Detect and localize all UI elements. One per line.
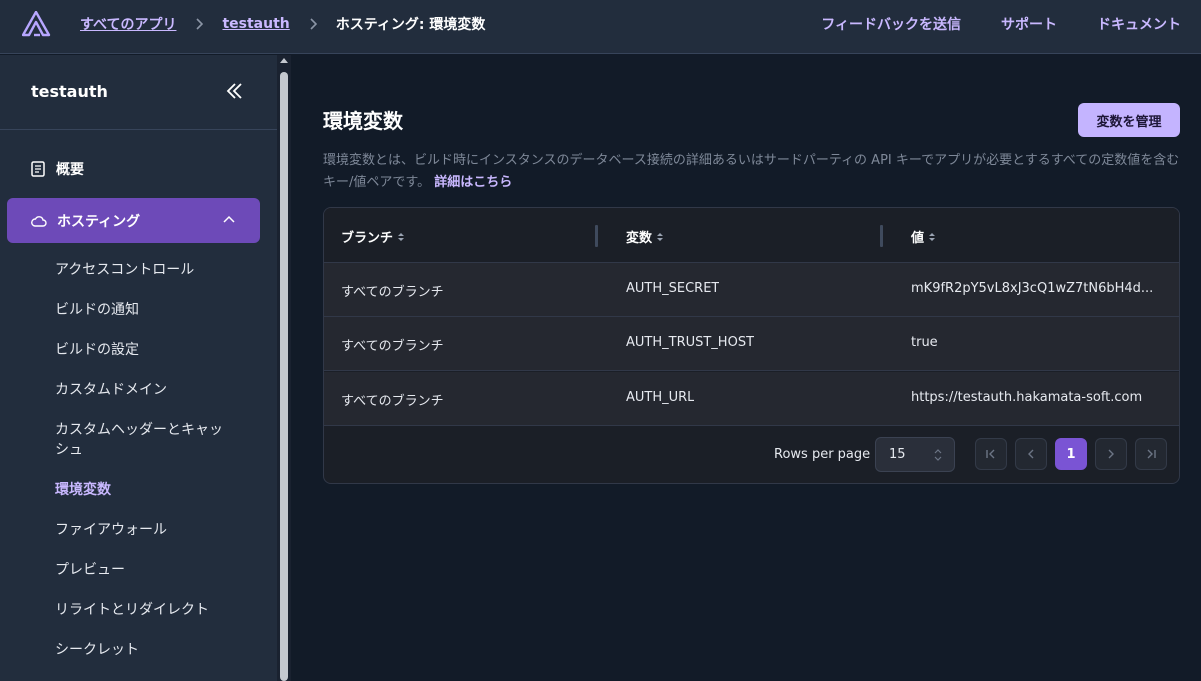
table-row[interactable]: すべてのブランチ AUTH_TRUST_HOST true	[324, 317, 1179, 371]
sort-icon	[929, 232, 936, 241]
breadcrumb-current: ホスティング: 環境変数	[335, 17, 486, 33]
chevron-right-icon	[176, 18, 222, 30]
rows-per-page-value: 15	[889, 447, 906, 462]
cell-value: true	[911, 335, 938, 350]
table-row[interactable]: すべてのブランチ AUTH_URL https://testauth.hakam…	[324, 372, 1179, 426]
sidebar-app-name: testauth	[31, 82, 108, 101]
manage-variables-button[interactable]: 変数を管理	[1078, 103, 1180, 137]
cloud-icon	[31, 215, 47, 227]
chevron-right-icon	[1108, 449, 1114, 459]
cell-value: mK9fR2pY5vL8xJ3cQ1wZ7tN6bH4d...	[911, 281, 1154, 296]
sidebar-subitem-build-settings[interactable]: ビルドの設定	[55, 340, 245, 360]
sidebar-subitem-firewall[interactable]: ファイアウォール	[55, 520, 245, 540]
rows-per-page-label: Rows per page	[774, 447, 871, 462]
table-row[interactable]: すべてのブランチ AUTH_SECRET mK9fR2pY5vL8xJ3cQ1w…	[324, 263, 1179, 317]
sort-icon	[657, 232, 664, 241]
table-header: ブランチ 変数 値	[324, 208, 1179, 263]
column-header-branch[interactable]: ブランチ	[341, 227, 405, 246]
sidebar-scrollbar-thumb[interactable]	[280, 72, 288, 681]
sidebar-subitem-custom-domains[interactable]: カスタムドメイン	[55, 380, 245, 400]
learn-more-link[interactable]: 詳細はこちら	[434, 175, 512, 190]
sidebar-subitem-rewrites-redirects[interactable]: リライトとリダイレクト	[55, 600, 245, 620]
breadcrumb-app[interactable]: testauth	[222, 16, 289, 32]
top-bar: すべてのアプリ testauth ホスティング: 環境変数 フィードバックを送信…	[0, 0, 1201, 54]
collapse-sidebar-icon[interactable]	[224, 80, 246, 102]
column-label: 値	[911, 231, 925, 246]
column-resize-handle[interactable]	[595, 225, 598, 247]
cell-variable: AUTH_URL	[626, 390, 695, 405]
first-page-button[interactable]	[975, 438, 1007, 470]
page-button-current[interactable]: 1	[1055, 438, 1087, 470]
document-icon	[31, 161, 45, 177]
cell-branch: すべてのブランチ	[341, 394, 444, 409]
column-header-variable[interactable]: 変数	[626, 227, 664, 246]
page-title: 環境変数	[323, 109, 403, 133]
last-page-button[interactable]	[1135, 438, 1167, 470]
breadcrumb: すべてのアプリ testauth ホスティング: 環境変数	[80, 0, 485, 48]
select-arrows-icon	[934, 449, 942, 461]
sidebar-subitem-environment-variables[interactable]: 環境変数	[55, 480, 245, 500]
column-label: ブランチ	[341, 231, 394, 246]
cell-variable: AUTH_TRUST_HOST	[626, 335, 755, 350]
chevron-up-icon	[223, 215, 235, 223]
column-resize-handle[interactable]	[880, 225, 883, 247]
last-page-icon	[1147, 449, 1156, 459]
table-pagination: Rows per page 15 1	[324, 427, 1179, 483]
cell-branch: すべてのブランチ	[341, 285, 444, 300]
cell-value: https://testauth.hakamata-soft.com	[911, 390, 1143, 405]
page-description: 環境変数とは、ビルド時にインスタンスのデータベース接続の詳細あるいはサードパーテ…	[323, 150, 1183, 194]
cell-variable: AUTH_SECRET	[626, 281, 720, 296]
docs-link[interactable]: ドキュメント	[1097, 14, 1181, 34]
sidebar-item-label: ホスティング	[57, 213, 141, 230]
logo-icon[interactable]	[22, 11, 52, 37]
chevron-right-icon	[290, 18, 336, 30]
support-link[interactable]: サポート	[1001, 14, 1057, 34]
header-links: フィードバックを送信 サポート ドキュメント	[781, 0, 1181, 48]
rows-per-page-select[interactable]: 15	[875, 437, 955, 472]
breadcrumb-all-apps[interactable]: すべてのアプリ	[80, 14, 176, 34]
sidebar-subitem-build-notifications[interactable]: ビルドの通知	[55, 300, 245, 320]
column-header-value[interactable]: 値	[911, 227, 936, 246]
variables-table: ブランチ 変数 値 すべてのブランチ AUTH_SECRET mK9fR2pY5…	[323, 207, 1180, 484]
previous-page-button[interactable]	[1015, 438, 1047, 470]
sidebar-item-label: 概要	[56, 162, 84, 178]
cell-branch: すべてのブランチ	[341, 339, 444, 354]
sort-icon	[398, 232, 405, 241]
feedback-link[interactable]: フィードバックを送信	[821, 14, 961, 34]
sidebar-subitem-secrets[interactable]: シークレット	[55, 640, 245, 660]
column-label: 変数	[626, 231, 653, 246]
sidebar-item-hosting[interactable]: ホスティング	[7, 198, 260, 243]
sidebar-subitem-custom-headers[interactable]: カスタムヘッダーとキャッシュ	[55, 420, 230, 460]
scroll-up-arrow-icon[interactable]	[280, 58, 288, 63]
sidebar-item-overview[interactable]: 概要	[31, 159, 84, 179]
chevron-left-icon	[1028, 449, 1034, 459]
first-page-icon	[986, 449, 995, 459]
sidebar-subitem-access-control[interactable]: アクセスコントロール	[55, 260, 245, 280]
sidebar: testauth 概要 ホスティング アクセスコントロール ビルドの通知 ビルド…	[0, 55, 277, 681]
next-page-button[interactable]	[1095, 438, 1127, 470]
sidebar-header: testauth	[0, 55, 277, 130]
sidebar-subitem-previews[interactable]: プレビュー	[55, 560, 245, 580]
